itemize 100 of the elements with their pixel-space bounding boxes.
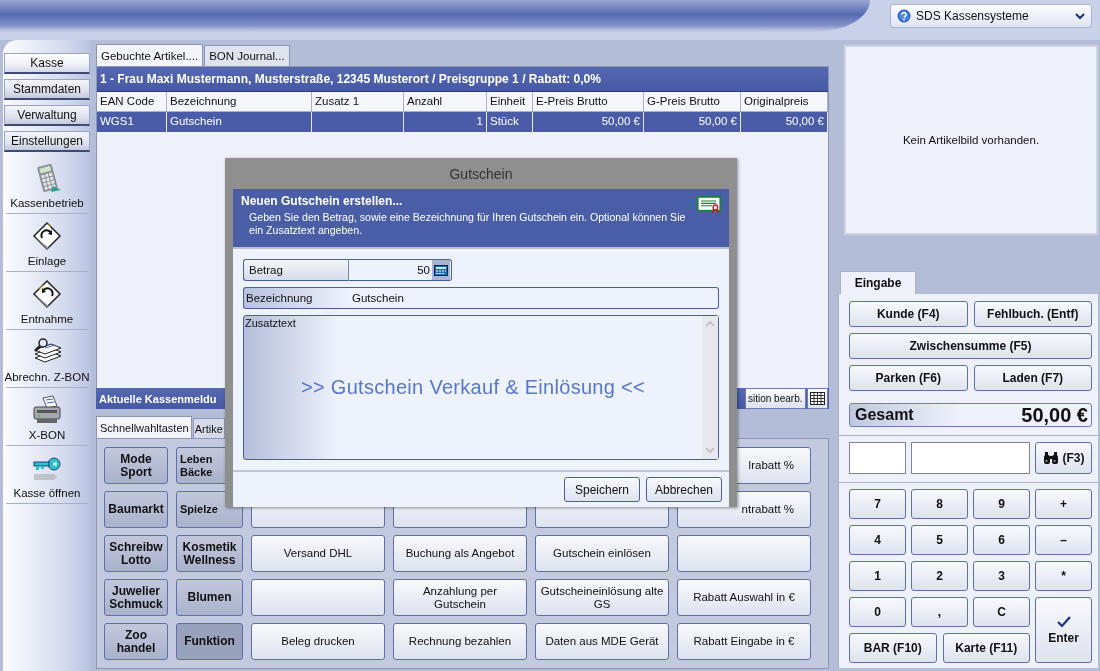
- category-button[interactable]: Juwelier Schmuck: [104, 579, 168, 616]
- keypad-key[interactable]: 2: [911, 561, 968, 591]
- input-field[interactable]: [849, 442, 906, 474]
- grid-icon: [810, 392, 825, 405]
- quick-key-button[interactable]: Rabatt Auswahl in €: [677, 579, 811, 616]
- quick-key-button[interactable]: Beleg drucken: [251, 623, 385, 660]
- quick-key-button[interactable]: Rechnung bezahlen: [393, 623, 527, 660]
- company-dropdown[interactable]: SDS Kassensysteme: [890, 4, 1092, 28]
- binoculars-icon: [1042, 451, 1059, 465]
- quick-key-button[interactable]: Gutscheineinlösung alte GS: [535, 579, 669, 616]
- table-cell: WGS1: [97, 112, 167, 132]
- sidebar-item[interactable]: Einlage: [27, 255, 67, 267]
- table-cell: 1: [404, 112, 487, 132]
- dialog-title: Gutschein: [448, 164, 514, 184]
- sidebar-tab[interactable]: Einstellungen: [4, 131, 90, 152]
- printer-icon: [31, 394, 63, 426]
- tab[interactable]: BON Journal...: [204, 45, 290, 66]
- no-image-message: Kein Artikelbild vorhanden.: [902, 134, 1040, 146]
- quick-key-button[interactable]: Buchung als Angebot: [393, 535, 527, 572]
- quick-key-button[interactable]: [677, 535, 811, 572]
- certificate-icon: [697, 194, 721, 216]
- table-cell: 50,00 €: [644, 112, 741, 132]
- column-header: Originalpreis: [741, 92, 828, 112]
- category-button[interactable]: Schreibw Lotto: [104, 535, 168, 572]
- keypad-key[interactable]: –: [1035, 525, 1092, 555]
- quick-key-button[interactable]: Daten aus MDE Gerät: [535, 623, 669, 660]
- action-button[interactable]: Parken (F6): [849, 365, 968, 391]
- sidebar-item[interactable]: Abrechn. Z-BON: [4, 371, 90, 383]
- quick-key-button[interactable]: [251, 579, 385, 616]
- category-button[interactable]: Baumarkt: [104, 491, 168, 528]
- sidebar-tab[interactable]: Kasse: [4, 53, 90, 74]
- sidebar-item[interactable]: Kassenbetrieb: [10, 197, 84, 209]
- keypad-key[interactable]: 1: [849, 561, 906, 591]
- sidebar-item[interactable]: Entnahme: [20, 313, 74, 325]
- scrollbar[interactable]: [702, 316, 718, 459]
- category-button[interactable]: Funktion: [176, 623, 243, 660]
- message-bar-title: Aktuelle Kassenmeldu: [98, 392, 218, 405]
- quick-key-button[interactable]: Rabatt Eingabe in €: [677, 623, 811, 660]
- sidebar-item[interactable]: Kasse öffnen: [13, 487, 81, 499]
- checkmark-icon: [1056, 615, 1071, 628]
- help-icon: [897, 9, 911, 23]
- keypad-key[interactable]: +: [1035, 489, 1092, 519]
- column-header: Anzahl: [404, 92, 487, 112]
- keypad-key[interactable]: 4: [849, 525, 906, 555]
- action-button[interactable]: Laden (F7): [973, 365, 1092, 391]
- sidebar-tab[interactable]: Verwaltung: [4, 105, 90, 126]
- keypad-key[interactable]: 5: [911, 525, 968, 555]
- total-amount: 50,00 €: [1021, 403, 1088, 427]
- action-button[interactable]: Zwischensumme (F5): [849, 333, 1092, 359]
- total-label: Gesamt: [855, 406, 914, 424]
- keypad-key[interactable]: ,: [911, 597, 968, 627]
- tab[interactable]: Artike: [192, 418, 225, 438]
- sidebar-item[interactable]: X-BON: [28, 429, 66, 441]
- payment-button[interactable]: BAR (F10): [849, 633, 937, 663]
- column-header: Bezeichnung: [167, 92, 312, 112]
- tab[interactable]: Gebuchte Artikel....: [96, 44, 204, 66]
- keypad-key[interactable]: 6: [973, 525, 1030, 555]
- search-button[interactable]: (F3): [1035, 442, 1092, 474]
- category-button[interactable]: Zoo handel: [104, 623, 168, 660]
- quick-key-button[interactable]: Anzahlung per Gutschein: [393, 579, 527, 616]
- sidebar-tab[interactable]: Stammdaten: [4, 79, 90, 100]
- action-button[interactable]: Fehlbuch. (Entf): [973, 301, 1092, 327]
- column-header: E-Preis Brutto: [533, 92, 644, 112]
- calculator-icon: [434, 264, 448, 276]
- column-header: Zusatz 1: [312, 92, 404, 112]
- tab[interactable]: Eingabe: [840, 271, 916, 294]
- payment-button[interactable]: Karte (F11): [942, 633, 1030, 663]
- note-field[interactable]: Zusatztext >> Gutschein Verkauf & Einlösung <<: [243, 315, 719, 460]
- category-button[interactable]: Blumen: [176, 579, 243, 616]
- keypad-key[interactable]: 7: [849, 489, 906, 519]
- edit-position-button[interactable]: sition bearb.: [745, 388, 806, 409]
- table-cell: Gutschein: [167, 112, 312, 132]
- keypad-key[interactable]: 3: [973, 561, 1030, 591]
- category-button[interactable]: Mode Sport: [104, 447, 168, 484]
- field-label: Zusatztext: [245, 317, 296, 329]
- column-header: EAN Code: [97, 92, 167, 112]
- keypad-key[interactable]: C: [973, 597, 1030, 627]
- category-button[interactable]: Kosmetik Wellness: [176, 535, 243, 572]
- keypad-key[interactable]: 8: [911, 489, 968, 519]
- enter-button[interactable]: Enter: [1035, 597, 1092, 663]
- dialog-description: Geben Sie den Betrag, sowie eine Bezeichnung für Ihren Gutschein ein. Optional können Sie ein Zusatztext angeben.: [248, 211, 687, 237]
- dialog-heading: Neuen Gutschein erstellen...: [241, 194, 404, 208]
- dialog-button[interactable]: Speichern: [564, 477, 640, 502]
- chevron-down-icon: [1075, 12, 1085, 20]
- grid-button[interactable]: [807, 388, 828, 409]
- field-label: Betrag: [243, 259, 349, 281]
- amount-field[interactable]: 50: [349, 259, 452, 281]
- keypad-key[interactable]: 9: [973, 489, 1030, 519]
- table-cell: Stück: [487, 112, 533, 132]
- document-arrow-icon: [31, 278, 63, 310]
- input-field[interactable]: [911, 442, 1030, 474]
- table-row[interactable]: WGS1 Gutschein 1 Stück 50,00 € 50,00 € 50,00 €: [97, 112, 828, 132]
- tab[interactable]: Schnellwahltasten: [96, 416, 192, 438]
- column-header: Einheit: [487, 92, 533, 112]
- quick-key-button[interactable]: Gutschein einlösen: [535, 535, 669, 572]
- dialog-button[interactable]: Abbrechen: [646, 477, 722, 502]
- keypad-key[interactable]: *: [1035, 561, 1092, 591]
- quick-key-button[interactable]: Versand DHL: [251, 535, 385, 572]
- action-button[interactable]: Kunde (F4): [849, 301, 968, 327]
- keypad-key[interactable]: 0: [849, 597, 906, 627]
